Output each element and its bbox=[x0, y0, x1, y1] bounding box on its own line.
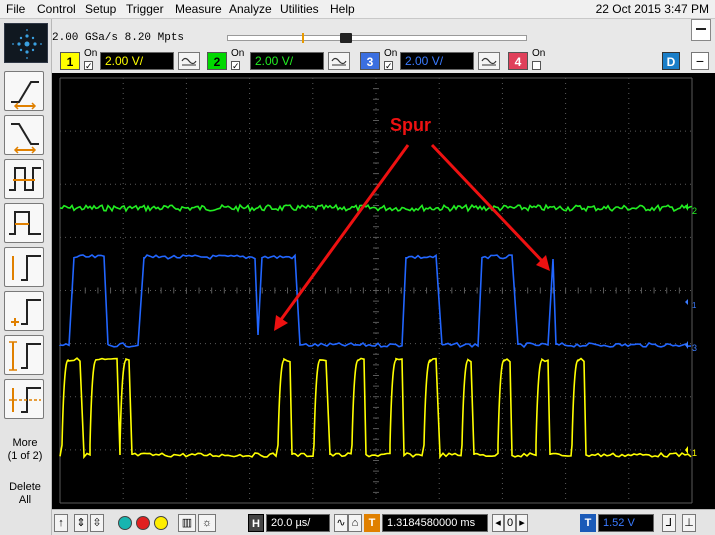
channel-3-button[interactable]: 3 bbox=[360, 52, 380, 70]
trigger-level-marker[interactable]: 1 bbox=[692, 301, 697, 310]
channel-3-coupling-button[interactable] bbox=[478, 52, 500, 70]
menu-help[interactable]: Help bbox=[330, 2, 355, 16]
minimize-panel-button[interactable] bbox=[691, 19, 711, 41]
spur-annotation-arrows bbox=[274, 143, 550, 331]
trigger-slope-icon[interactable]: ⅃ bbox=[662, 514, 676, 532]
stepper-icon[interactable]: ⇳ bbox=[90, 514, 104, 532]
menu-file[interactable]: File bbox=[6, 2, 25, 16]
menu-bar: File Control Setup Trigger Measure Analy… bbox=[0, 0, 715, 19]
menu-control[interactable]: Control bbox=[37, 2, 76, 16]
add-remove-button[interactable]: − bbox=[691, 52, 709, 70]
waveform-display[interactable]: Spur 2 3 1 1 bbox=[52, 73, 715, 509]
channel-3-on-label: On bbox=[384, 48, 398, 59]
channel-2-button[interactable]: 2 bbox=[207, 52, 227, 70]
delay-left-icon[interactable]: ◂ bbox=[492, 514, 504, 532]
delay-zero-button[interactable]: 0 bbox=[504, 514, 516, 532]
delay-right-icon[interactable]: ▸ bbox=[516, 514, 528, 532]
channel-control-row: 2.00 GSa/s 8.20 Mpts 1 On ✓ 2.00 V/ 2 On… bbox=[52, 19, 715, 73]
horizontal-tag[interactable]: H bbox=[248, 514, 264, 532]
graticule-grid bbox=[59, 77, 693, 504]
menu-trigger[interactable]: Trigger bbox=[126, 2, 164, 16]
trigger-mode-icon[interactable]: ⊥ bbox=[682, 514, 696, 532]
red-circle-icon[interactable] bbox=[136, 516, 150, 530]
channel-4-on-checkbox[interactable] bbox=[532, 61, 541, 70]
falling-edge-measure-icon[interactable] bbox=[4, 115, 44, 155]
channel-4-on-label: On bbox=[532, 48, 546, 59]
trigger-level-field[interactable]: 1.52 V bbox=[598, 514, 654, 532]
channel-3-scale[interactable]: 2.00 V/ bbox=[400, 52, 474, 70]
yellow-circle-icon[interactable] bbox=[154, 516, 168, 530]
trigger-position-bar[interactable] bbox=[227, 33, 527, 43]
date-time: 22 Oct 2015 3:47 PM bbox=[595, 2, 709, 16]
trigger-delay-field[interactable]: 1.3184580000 ms bbox=[382, 514, 488, 532]
fine-adjust-icon[interactable]: ∿ bbox=[334, 514, 348, 532]
channel-1-on-label: On bbox=[84, 48, 98, 59]
menu-analyze[interactable]: Analyze bbox=[229, 2, 272, 16]
spur-label: Spur bbox=[390, 115, 431, 135]
top-measure-icon[interactable] bbox=[4, 291, 44, 331]
channel-1-coupling-button[interactable] bbox=[178, 52, 200, 70]
scroll-up-icon[interactable]: ↑ bbox=[54, 514, 68, 532]
channel-2-ground-marker[interactable]: 2 bbox=[692, 206, 697, 216]
zoom-icon[interactable]: ⌂ bbox=[348, 514, 362, 532]
cyan-circle-icon[interactable] bbox=[118, 516, 132, 530]
menu-setup[interactable]: Setup bbox=[85, 2, 116, 16]
delete-all-button[interactable]: Delete All bbox=[2, 481, 48, 507]
channel-2-on-label: On bbox=[231, 48, 245, 59]
display-settings-icon[interactable]: ☼ bbox=[198, 514, 216, 532]
timebase-field[interactable]: 20.0 µs/ bbox=[266, 514, 330, 532]
average-measure-icon[interactable] bbox=[4, 379, 44, 419]
waveform-canvas[interactable]: Spur 2 3 1 1 bbox=[52, 73, 715, 509]
channel-3-on-checkbox[interactable]: ✓ bbox=[384, 61, 393, 71]
period-measure-icon[interactable] bbox=[4, 159, 44, 199]
menu-measure[interactable]: Measure bbox=[175, 2, 222, 16]
channel-1-scale[interactable]: 2.00 V/ bbox=[100, 52, 174, 70]
channel-2-on-checkbox[interactable]: ✓ bbox=[231, 61, 240, 71]
sample-rate-readout: 2.00 GSa/s 8.20 Mpts bbox=[52, 32, 185, 44]
bottom-control-bar: ↑ ⇕ ⇳ ▥ ☼ H 20.0 µs/ ∿ ⌂ T 1.3184580000 … bbox=[52, 509, 715, 535]
channel-1-button[interactable]: 1 bbox=[60, 52, 80, 70]
rising-edge-measure-icon[interactable] bbox=[4, 71, 44, 111]
channel-1-on-checkbox[interactable]: ✓ bbox=[84, 61, 93, 71]
channel-2-coupling-button[interactable] bbox=[328, 52, 350, 70]
measurement-sidebar: More (1 of 2) Delete All bbox=[0, 19, 52, 535]
channel-4-button[interactable]: 4 bbox=[508, 52, 528, 70]
agilent-logo-icon bbox=[4, 23, 48, 63]
increment-icon[interactable]: ⇕ bbox=[74, 514, 88, 532]
peak-to-peak-measure-icon[interactable] bbox=[4, 335, 44, 375]
quick-print-icon[interactable]: ▥ bbox=[178, 514, 196, 532]
channel-1-ground-marker[interactable]: 1 bbox=[692, 448, 697, 458]
trigger-delay-tag[interactable]: T bbox=[364, 514, 380, 532]
pulse-width-measure-icon[interactable] bbox=[4, 203, 44, 243]
menu-utilities[interactable]: Utilities bbox=[280, 2, 319, 16]
amplitude-measure-icon[interactable] bbox=[4, 247, 44, 287]
channel-3-ground-marker[interactable]: 3 bbox=[692, 343, 697, 353]
trigger-level-tag[interactable]: T bbox=[580, 514, 596, 532]
more-button[interactable]: More (1 of 2) bbox=[2, 437, 48, 463]
digital-channels-button[interactable]: D bbox=[662, 52, 680, 70]
envelope-icon bbox=[340, 33, 352, 43]
channel-2-scale[interactable]: 2.00 V/ bbox=[250, 52, 324, 70]
trigger-position-marker[interactable] bbox=[302, 33, 304, 43]
